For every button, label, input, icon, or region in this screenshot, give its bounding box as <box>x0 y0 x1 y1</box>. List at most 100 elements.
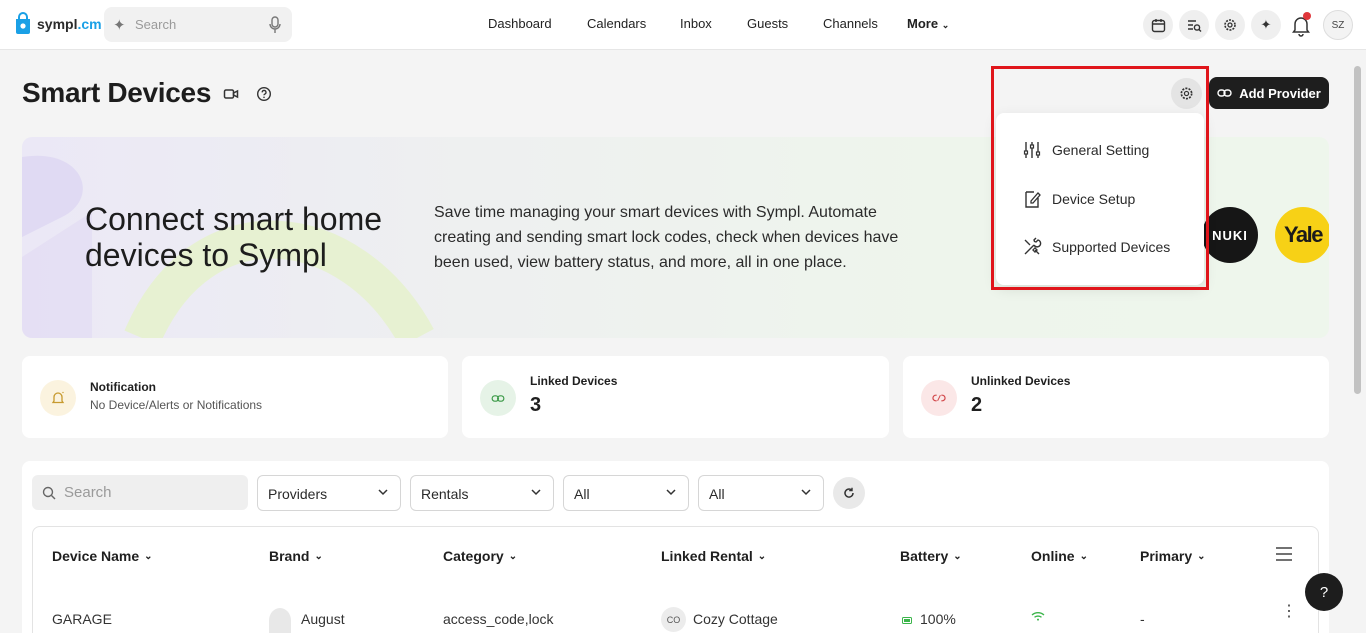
device-search-input[interactable]: Search <box>32 475 248 510</box>
unlinked-devices-count: 2 <box>971 394 983 416</box>
help-circle-icon[interactable] <box>256 86 272 102</box>
rentals-select[interactable]: Rentals <box>410 475 554 511</box>
category-filter-value: All <box>574 486 590 502</box>
menu-item-label: General Setting <box>1052 142 1150 158</box>
rentals-select-value: Rentals <box>421 486 469 502</box>
chevron-down-icon: ⌄ <box>953 550 962 562</box>
cell-battery: 100% <box>920 611 956 627</box>
video-icon[interactable] <box>223 86 239 102</box>
search-list-icon <box>1187 19 1201 32</box>
notification-card: Notification No Device/Alerts or Notific… <box>22 356 448 438</box>
column-header-online[interactable]: Online ⌄ <box>1031 548 1088 564</box>
add-provider-button[interactable]: Add Provider <box>1209 77 1329 109</box>
top-navbar: sympl.cm ✦ Search Dashboard Calendars In… <box>0 0 1366 50</box>
linked-devices-card: Linked Devices 3 <box>462 356 889 438</box>
sympl-logo[interactable]: sympl.cm <box>13 12 102 36</box>
nav-guests[interactable]: Guests <box>747 16 788 31</box>
column-header-category[interactable]: Category ⌄ <box>443 548 517 564</box>
help-button[interactable]: ? <box>1305 573 1343 611</box>
battery-icon <box>902 617 912 624</box>
menu-item-device-setup[interactable]: Device Setup <box>1022 189 1135 209</box>
nav-inbox[interactable]: Inbox <box>680 16 712 31</box>
global-search[interactable]: ✦ Search <box>104 7 292 42</box>
sparkle-icon: ✦ <box>1260 17 1272 32</box>
global-search-placeholder: Search <box>135 17 177 32</box>
providers-select[interactable]: Providers <box>257 475 401 511</box>
settings-search-button[interactable] <box>1215 10 1245 40</box>
nav-channels[interactable]: Channels <box>823 16 878 31</box>
sliders-icon <box>1023 142 1041 158</box>
refresh-button[interactable] <box>833 477 865 509</box>
chevron-down-icon: ⌄ <box>314 550 323 562</box>
unlink-icon <box>921 380 957 416</box>
banner-description: Save time managing your smart devices wi… <box>434 204 899 271</box>
wifi-icon <box>1031 612 1045 621</box>
menu-item-label: Device Setup <box>1052 191 1136 207</box>
chevron-down-icon: ⌄ <box>144 550 153 562</box>
nav-more[interactable]: More ⌄ <box>907 16 949 31</box>
calendar-icon <box>1151 18 1165 32</box>
chevron-down-icon <box>531 489 541 496</box>
page-scrollbar[interactable] <box>1354 66 1361 394</box>
refresh-icon <box>844 487 854 498</box>
bell-icon <box>40 380 76 416</box>
column-header-linked-rental[interactable]: Linked Rental ⌄ <box>661 548 766 564</box>
column-header-primary[interactable]: Primary ⌄ <box>1140 548 1206 564</box>
calendar-action-button[interactable] <box>1143 10 1173 40</box>
menu-item-general-setting[interactable]: General Setting <box>1022 140 1149 160</box>
add-provider-label: Add Provider <box>1239 85 1321 101</box>
menu-item-supported-devices[interactable]: Supported Devices <box>1022 237 1170 257</box>
chevron-down-icon: ⌄ <box>1197 550 1206 562</box>
yale-logo: Yale <box>1275 207 1329 263</box>
edit-document-icon <box>1025 191 1041 208</box>
column-menu-icon[interactable] <box>1276 547 1292 561</box>
avatar[interactable]: SZ <box>1323 10 1353 40</box>
cell-brand: August <box>301 611 345 627</box>
chevron-down-icon <box>666 489 676 496</box>
notification-label: Notification <box>90 380 156 394</box>
menu-item-label: Supported Devices <box>1052 239 1171 255</box>
gear-search-icon <box>1223 18 1236 31</box>
unlinked-devices-label: Unlinked Devices <box>971 374 1071 388</box>
microphone-icon[interactable] <box>269 16 281 34</box>
link-icon <box>1217 89 1232 97</box>
row-actions-icon[interactable]: ⋮ <box>1281 604 1297 620</box>
status-filter-value: All <box>709 486 725 502</box>
notification-text: No Device/Alerts or Notifications <box>90 398 263 412</box>
cell-linked-rental[interactable]: Cozy Cottage <box>693 611 778 627</box>
nav-dashboard[interactable]: Dashboard <box>488 16 552 31</box>
chevron-down-icon <box>801 489 811 496</box>
nuki-logo: NUKI <box>1202 207 1258 263</box>
link-icon <box>480 380 516 416</box>
linked-devices-label: Linked Devices <box>530 374 618 388</box>
chevron-down-icon <box>378 489 388 496</box>
tools-icon <box>1024 237 1042 255</box>
column-header-brand[interactable]: Brand ⌄ <box>269 548 323 564</box>
chevron-down-icon: ⌄ <box>1079 550 1088 562</box>
rental-badge: CO <box>661 607 686 632</box>
gear-icon <box>1180 87 1193 100</box>
status-filter-select[interactable]: All <box>698 475 824 511</box>
device-search-placeholder: Search <box>64 484 112 501</box>
settings-button[interactable] <box>1171 78 1202 109</box>
chevron-down-icon: ⌄ <box>508 550 518 562</box>
banner-heading: Connect smart home devices to Sympl <box>85 201 383 273</box>
page-title: Smart Devices <box>22 77 212 108</box>
cell-primary: - <box>1140 611 1145 627</box>
category-filter-select[interactable]: All <box>563 475 689 511</box>
chevron-down-icon: ⌄ <box>757 550 767 562</box>
column-header-battery[interactable]: Battery ⌄ <box>900 548 962 564</box>
linked-devices-count: 3 <box>530 394 542 416</box>
logo-text: sympl.cm <box>37 16 102 32</box>
column-header-device-name[interactable]: Device Name ⌄ <box>52 548 153 564</box>
logo-icon <box>16 12 30 34</box>
search-list-button[interactable] <box>1179 10 1209 40</box>
providers-select-value: Providers <box>268 486 328 502</box>
nav-calendars[interactable]: Calendars <box>587 16 646 31</box>
ai-assistant-button[interactable]: ✦ <box>1251 10 1281 40</box>
notification-dot <box>1303 12 1311 20</box>
cell-device-name[interactable]: GARAGE <box>52 611 112 627</box>
unlinked-devices-card: Unlinked Devices 2 <box>903 356 1329 438</box>
chevron-down-icon: ⌄ <box>941 20 950 30</box>
settings-menu: General Setting Device Setup Supported D… <box>996 113 1204 285</box>
